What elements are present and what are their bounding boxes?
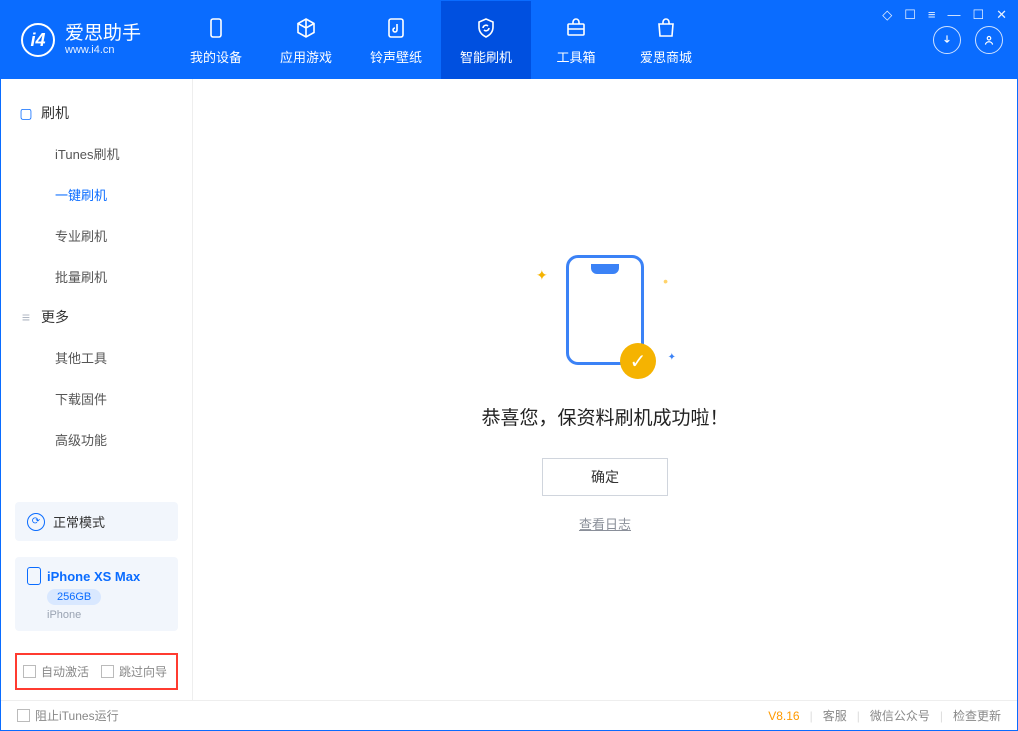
sidebar-section-more: ≡ 更多 (1, 297, 192, 337)
options-row: 自动激活 跳过向导 (15, 653, 178, 690)
sidebar: ▢ 刷机 iTunes刷机 一键刷机 专业刷机 批量刷机 ≡ 更多 其他工具 下… (1, 79, 193, 700)
list-icon: ≡ (19, 310, 33, 324)
device-type: iPhone (47, 609, 166, 621)
user-button[interactable] (975, 26, 1003, 54)
sparkle-icon: ✦ (536, 267, 548, 284)
maximize-button[interactable]: ☐ (972, 7, 984, 23)
app-header: ◇ ☐ ≡ — ☐ ✕ i4 爱思助手 www.i4.cn 我的设备 应用游戏 … (1, 1, 1017, 79)
view-log-link[interactable]: 查看日志 (579, 517, 631, 532)
mode-card[interactable]: ⟳ 正常模式 (15, 502, 178, 541)
sidebar-item-pro[interactable]: 专业刷机 (1, 215, 192, 256)
sidebar-item-firmware[interactable]: 下载固件 (1, 378, 192, 419)
device-storage: 256GB (47, 589, 101, 605)
sidebar-item-advanced[interactable]: 高级功能 (1, 419, 192, 460)
footer: 阻止iTunes运行 V8.16 | 客服 | 微信公众号 | 检查更新 (1, 700, 1017, 730)
tab-label: 智能刷机 (460, 47, 512, 66)
footer-link-update[interactable]: 检查更新 (953, 707, 1001, 724)
section-label: 刷机 (41, 103, 69, 123)
top-tabs: 我的设备 应用游戏 铃声壁纸 智能刷机 工具箱 爱思商城 (171, 1, 711, 79)
section-label: 更多 (41, 307, 69, 327)
sidebar-item-itunes[interactable]: iTunes刷机 (1, 133, 192, 174)
success-message: 恭喜您，保资料刷机成功啦！ (481, 403, 728, 430)
tab-my-device[interactable]: 我的设备 (171, 1, 261, 79)
sparkle-icon: ✦ (668, 352, 676, 363)
tab-ringtone[interactable]: 铃声壁纸 (351, 1, 441, 79)
checkbox-icon (23, 665, 36, 678)
app-body: ▢ 刷机 iTunes刷机 一键刷机 专业刷机 批量刷机 ≡ 更多 其他工具 下… (1, 79, 1017, 700)
checkbox-auto-activate[interactable]: 自动激活 (23, 663, 89, 680)
phone-small-icon: ▢ (19, 106, 33, 120)
footer-link-service[interactable]: 客服 (823, 707, 847, 724)
checkbox-icon (17, 709, 30, 722)
checkbox-label: 跳过向导 (119, 663, 167, 680)
download-button[interactable] (933, 26, 961, 54)
sidebar-item-other[interactable]: 其他工具 (1, 337, 192, 378)
tab-apps[interactable]: 应用游戏 (261, 1, 351, 79)
logo-icon: i4 (21, 23, 55, 57)
bag-icon (653, 15, 679, 41)
minimize-button[interactable]: — (947, 7, 960, 23)
music-file-icon (383, 15, 409, 41)
tab-store[interactable]: 爱思商城 (621, 1, 711, 79)
device-phone-icon (27, 567, 41, 585)
tab-label: 工具箱 (557, 47, 596, 66)
logo-title: 爱思助手 (65, 24, 141, 45)
tab-label: 铃声壁纸 (370, 47, 422, 66)
logo-subtitle: www.i4.cn (65, 44, 141, 56)
logo: i4 爱思助手 www.i4.cn (21, 23, 141, 57)
device-card[interactable]: iPhone XS Max 256GB iPhone (15, 557, 178, 631)
version-label: V8.16 (768, 709, 799, 723)
footer-link-wechat[interactable]: 微信公众号 (870, 707, 930, 724)
tab-label: 应用游戏 (280, 47, 332, 66)
window-controls: ◇ ☐ ≡ — ☐ ✕ (882, 7, 1007, 23)
checkbox-icon (101, 665, 114, 678)
tab-label: 爱思商城 (640, 47, 692, 66)
tab-label: 我的设备 (190, 47, 242, 66)
checkbox-label: 自动激活 (41, 663, 89, 680)
close-button[interactable]: ✕ (996, 7, 1007, 23)
checkbox-block-itunes[interactable]: 阻止iTunes运行 (17, 707, 119, 724)
toolbox-icon (563, 15, 589, 41)
feedback-icon[interactable]: ☐ (904, 7, 916, 23)
sidebar-item-oneclick[interactable]: 一键刷机 (1, 174, 192, 215)
tab-toolbox[interactable]: 工具箱 (531, 1, 621, 79)
checkbox-label: 阻止iTunes运行 (35, 707, 119, 724)
device-name: iPhone XS Max (47, 569, 140, 584)
success-block: ✦ • ✓ ✦ 恭喜您，保资料刷机成功啦！ 确定 查看日志 (481, 245, 728, 534)
checkbox-skip-guide[interactable]: 跳过向导 (101, 663, 167, 680)
tab-flash[interactable]: 智能刷机 (441, 1, 531, 79)
refresh-shield-icon (473, 15, 499, 41)
check-badge-icon: ✓ (620, 343, 656, 379)
header-right (933, 26, 1003, 54)
phone-icon (203, 15, 229, 41)
cube-icon (293, 15, 319, 41)
success-illustration: ✦ • ✓ ✦ (520, 245, 690, 385)
menu-icon[interactable]: ≡ (928, 7, 936, 23)
mode-label: 正常模式 (53, 512, 105, 531)
skin-icon[interactable]: ◇ (882, 7, 892, 23)
sidebar-item-batch[interactable]: 批量刷机 (1, 256, 192, 297)
mode-icon: ⟳ (27, 513, 45, 531)
sparkle-icon: • (663, 273, 668, 289)
sidebar-section-flash: ▢ 刷机 (1, 93, 192, 133)
main-content: ✦ • ✓ ✦ 恭喜您，保资料刷机成功啦！ 确定 查看日志 (193, 79, 1017, 700)
ok-button[interactable]: 确定 (542, 458, 668, 496)
